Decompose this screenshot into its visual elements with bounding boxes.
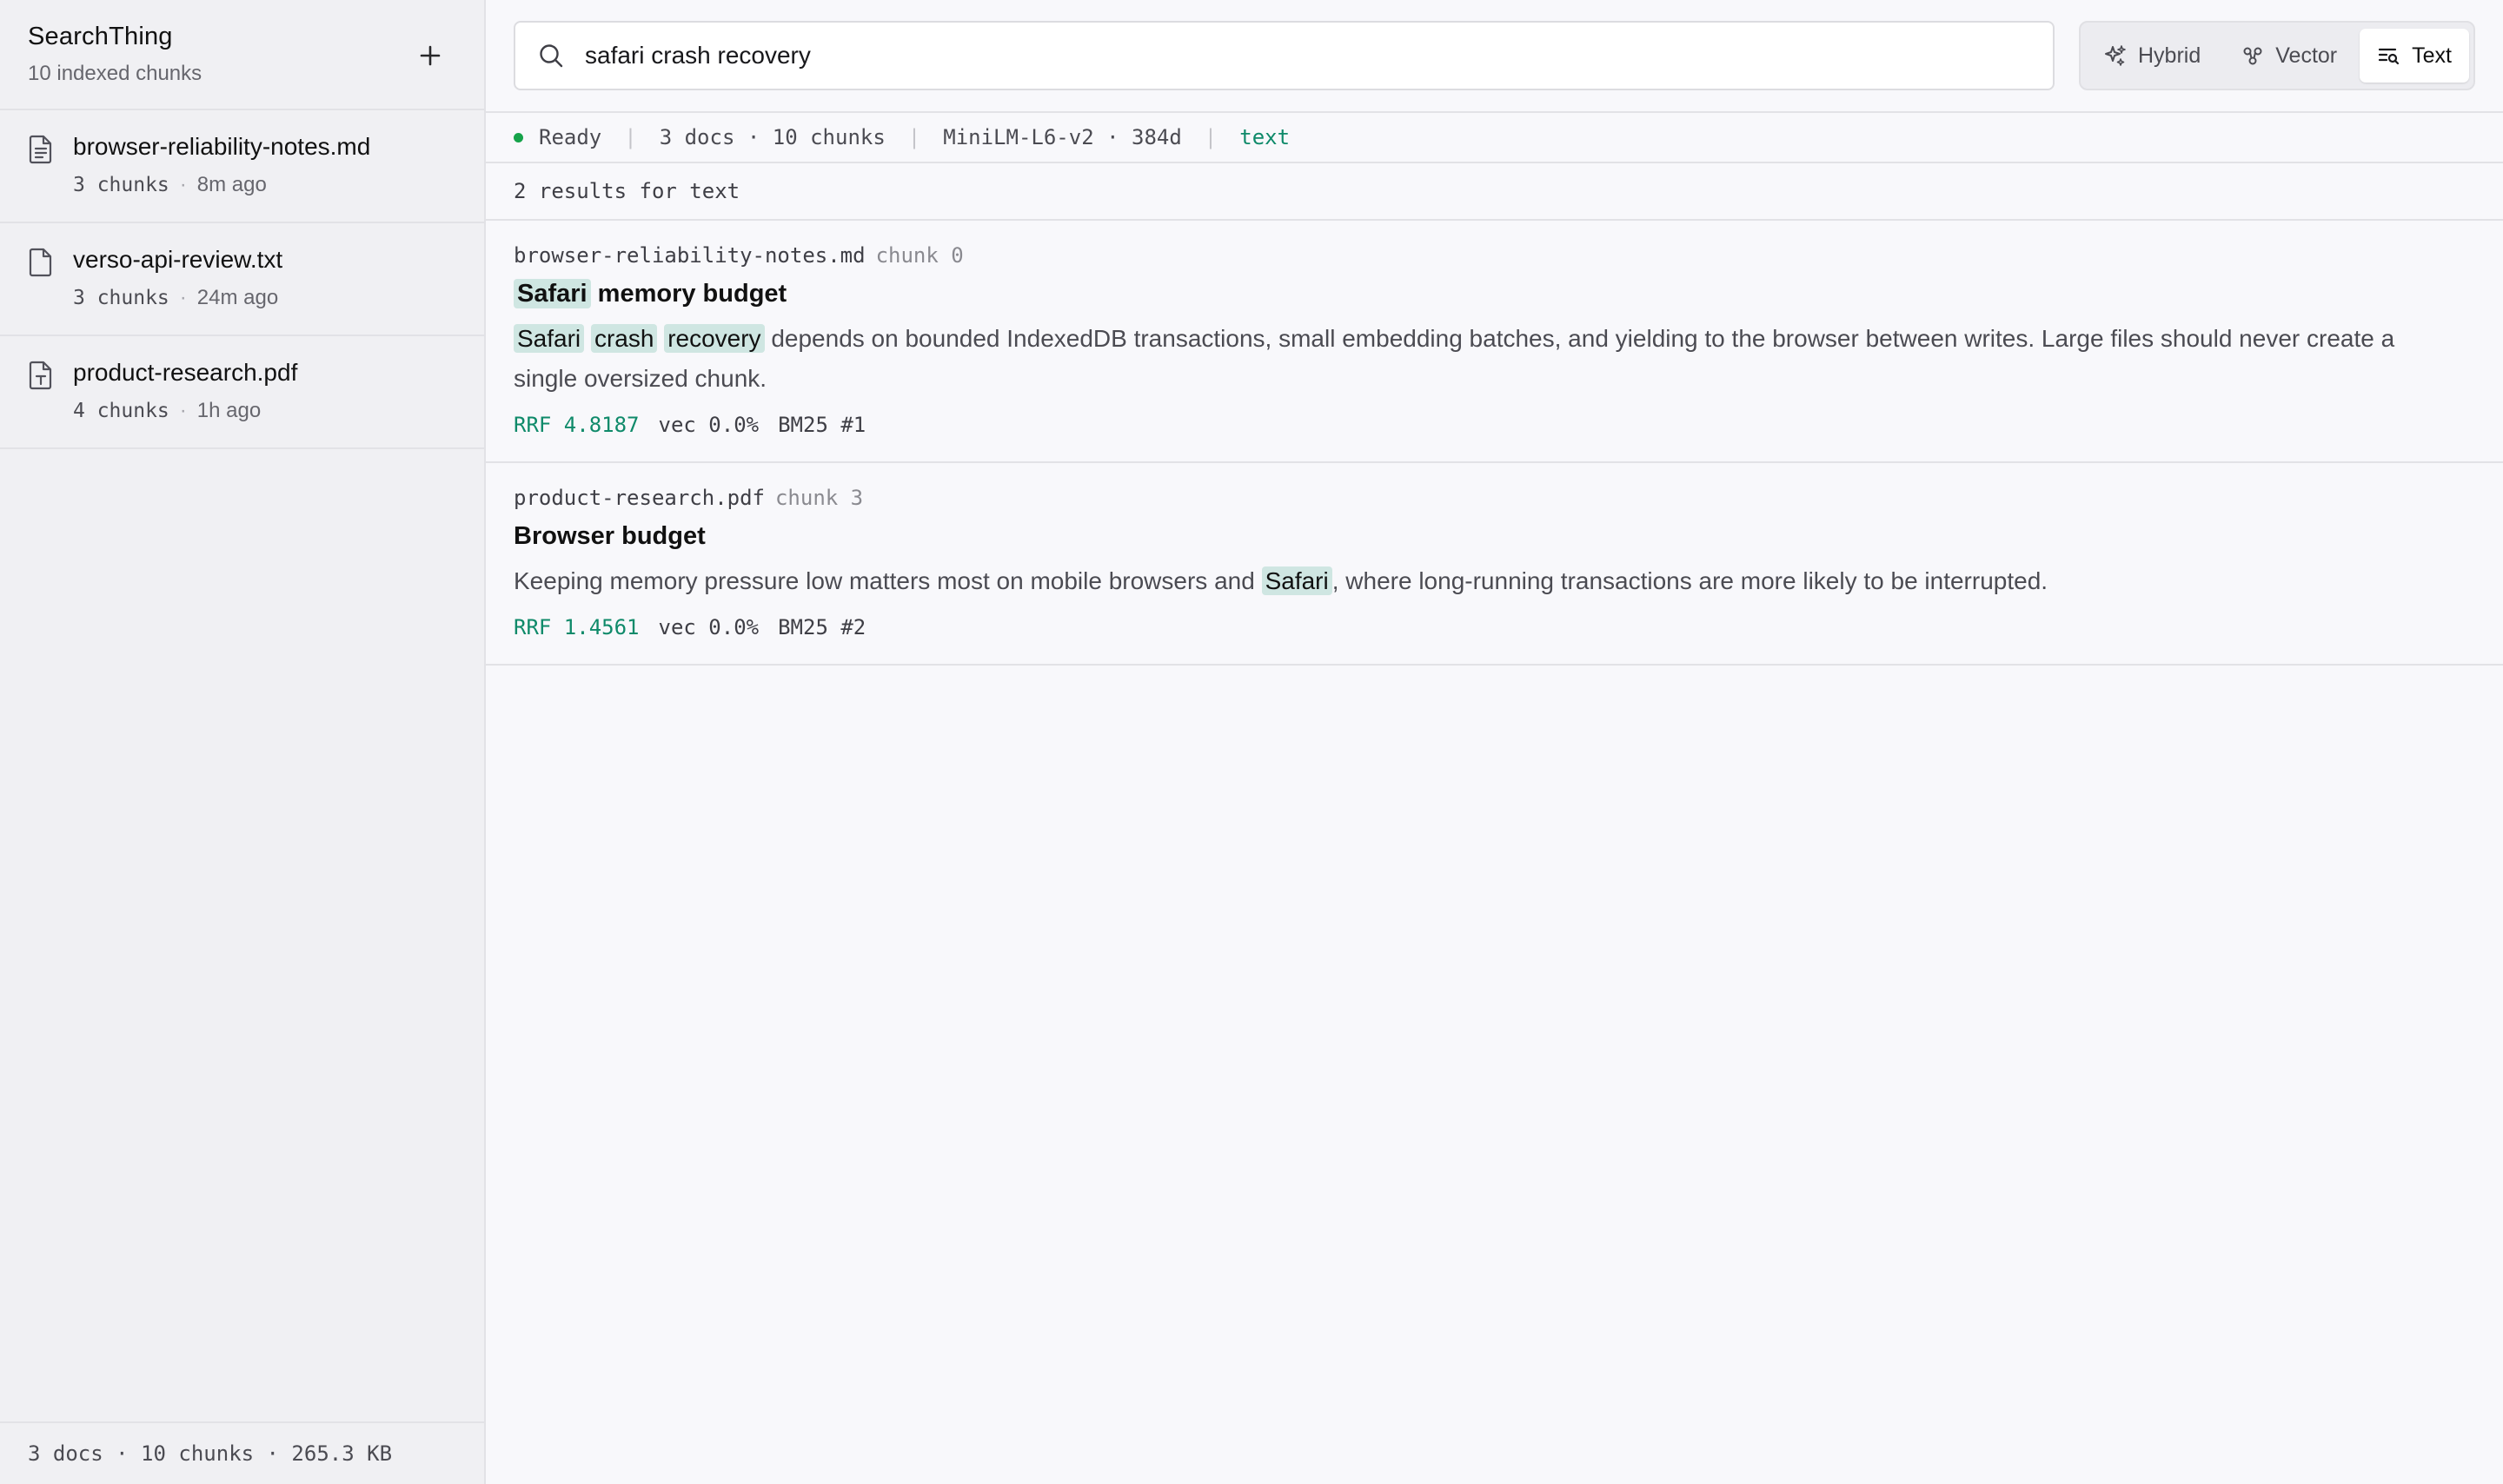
ready-status-dot	[514, 132, 523, 142]
search-input[interactable]	[585, 42, 2030, 70]
separator: |	[907, 125, 921, 149]
search-box[interactable]	[514, 21, 2055, 90]
add-document-button[interactable]	[411, 36, 449, 75]
document-meta: 3 chunks · 24m ago	[73, 286, 282, 310]
vector-score: vec 0.0%	[658, 615, 760, 639]
result-card[interactable]: browser-reliability-notes.md chunk 0 Safa…	[486, 221, 2503, 463]
vector-score: vec 0.0%	[658, 413, 760, 437]
document-meta: 4 chunks · 1h ago	[73, 399, 297, 423]
rrf-score: RRF 4.8187	[514, 413, 640, 437]
document-chunk-count: 3 chunks	[73, 174, 169, 196]
sidebar-footer-stats: 3 docs · 10 chunks · 265.3 KB	[0, 1421, 484, 1484]
status-state: Ready	[539, 125, 602, 149]
status-counts: 3 docs · 10 chunks	[659, 125, 886, 149]
mode-hybrid-button[interactable]: Hybrid	[2086, 29, 2218, 83]
result-source-file: browser-reliability-notes.md	[514, 243, 866, 268]
rrf-score: RRF 1.4561	[514, 615, 640, 639]
document-chunk-count: 4 chunks	[73, 400, 169, 422]
main-panel: Hybrid Vector Text	[486, 0, 2503, 1484]
search-mode-toggle: Hybrid Vector Text	[2079, 21, 2475, 90]
result-snippet-text: depends on bounded IndexedDB transaction…	[514, 325, 2395, 392]
document-name: browser-reliability-notes.md	[73, 133, 371, 160]
plus-icon	[420, 45, 441, 66]
bm25-rank: BM25 #1	[778, 413, 866, 437]
markdown-file-icon	[29, 135, 52, 164]
sidebar-header: SearchThing 10 indexed chunks	[0, 0, 484, 110]
result-source: product-research.pdf chunk 3	[514, 486, 2475, 510]
result-chunk-label: chunk 3	[774, 486, 864, 510]
document-meta: 3 chunks · 8m ago	[73, 173, 370, 197]
separator: |	[1204, 125, 1218, 149]
document-item-browser-reliability-notes[interactable]: browser-reliability-notes.md 3 chunks · …	[0, 110, 484, 223]
search-icon	[540, 44, 563, 68]
document-time: 24m ago	[196, 286, 279, 309]
result-source: browser-reliability-notes.md chunk 0	[514, 243, 2475, 268]
indexed-chunks-count: 10 indexed chunks	[28, 62, 202, 85]
top-bar: Hybrid Vector Text	[486, 0, 2503, 113]
result-snippet: Keeping memory pressure low matters most…	[514, 561, 2460, 601]
result-title-text: memory budget	[590, 280, 787, 308]
status-bar: Ready | 3 docs · 10 chunks | MiniLM-L6-v…	[486, 113, 2503, 163]
result-scores: RRF 4.8187 vec 0.0% BM25 #1	[514, 413, 2475, 437]
mode-text-label: Text	[2412, 43, 2452, 68]
document-chunk-count: 3 chunks	[73, 287, 169, 309]
match-highlight: Safari	[1261, 566, 1332, 595]
mode-hybrid-label: Hybrid	[2138, 43, 2201, 68]
document-time: 1h ago	[196, 399, 262, 422]
vector-icon	[2243, 47, 2262, 65]
bm25-rank: BM25 #2	[778, 615, 866, 639]
text-search-icon	[2379, 48, 2400, 65]
sparkles-icon	[2105, 45, 2126, 66]
sidebar: SearchThing 10 indexed chunks browser-re…	[0, 0, 486, 1484]
mode-vector-button[interactable]: Vector	[2223, 29, 2354, 83]
separator: ·	[179, 173, 187, 196]
document-item-product-research[interactable]: product-research.pdf 4 chunks · 1h ago	[0, 336, 484, 449]
separator: ·	[179, 286, 187, 309]
pdf-file-icon	[29, 361, 52, 390]
result-title: Safari memory budget	[514, 279, 2475, 308]
result-source-file: product-research.pdf	[514, 486, 765, 510]
document-time: 8m ago	[196, 173, 267, 196]
document-item-verso-api-review[interactable]: verso-api-review.txt 3 chunks · 24m ago	[0, 223, 484, 336]
status-mode: text	[1239, 125, 1291, 149]
app-title: SearchThing	[28, 23, 173, 50]
results-count: 2 results for text	[486, 163, 2503, 221]
match-highlight: Safari	[514, 324, 585, 353]
match-highlight: Safari	[514, 279, 591, 308]
status-model: MiniLM-L6-v2 · 384d	[943, 125, 1182, 149]
match-highlight: recovery	[664, 324, 765, 353]
match-highlight: crash	[590, 324, 658, 353]
separator: ·	[179, 399, 187, 422]
document-name: product-research.pdf	[73, 359, 298, 386]
result-card[interactable]: product-research.pdf chunk 3 Browser budg…	[486, 463, 2503, 666]
result-snippet: Safari crash recovery depends on bounded…	[514, 319, 2460, 399]
result-snippet-text: Keeping memory pressure low matters most…	[514, 567, 1262, 594]
mode-vector-label: Vector	[2275, 43, 2338, 68]
document-name: verso-api-review.txt	[73, 246, 283, 273]
mode-text-button[interactable]: Text	[2360, 29, 2469, 83]
result-title: Browser budget	[514, 522, 706, 550]
separator: |	[624, 125, 637, 149]
result-snippet-text: , where long-running transactions are mo…	[1331, 567, 2048, 594]
result-scores: RRF 1.4561 vec 0.0% BM25 #2	[514, 615, 2475, 639]
result-chunk-label: chunk 0	[875, 243, 964, 268]
text-file-icon	[29, 248, 52, 277]
